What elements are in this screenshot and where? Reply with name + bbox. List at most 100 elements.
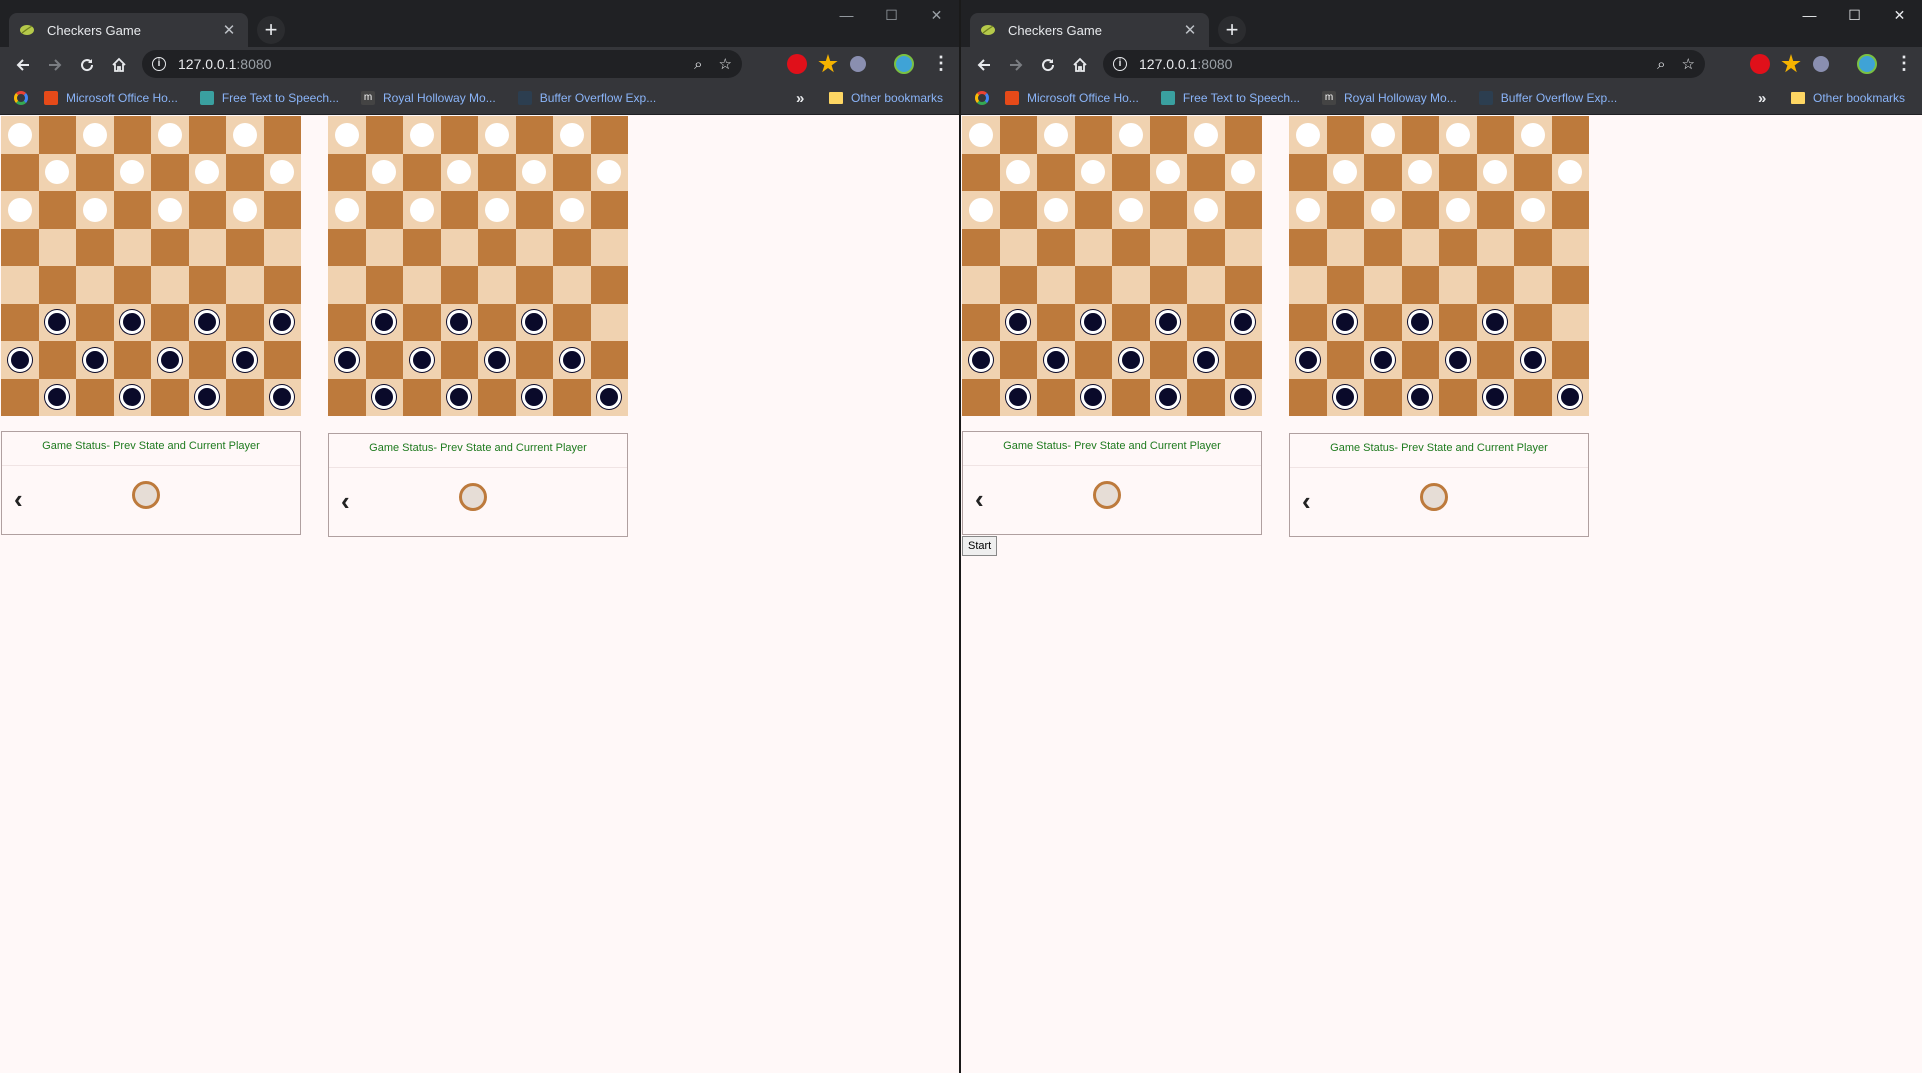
board-square[interactable] bbox=[328, 303, 366, 341]
board-square[interactable] bbox=[1037, 153, 1075, 191]
white-checker-piece[interactable] bbox=[1193, 122, 1218, 147]
white-checker-piece[interactable] bbox=[1520, 122, 1545, 147]
board-square[interactable] bbox=[1476, 228, 1514, 266]
board-square[interactable] bbox=[1224, 191, 1262, 229]
board-square[interactable] bbox=[999, 191, 1037, 229]
board-square[interactable] bbox=[1326, 228, 1364, 266]
white-checker-piece[interactable] bbox=[195, 160, 220, 185]
board-square[interactable] bbox=[1439, 153, 1477, 191]
board-square[interactable] bbox=[1, 228, 39, 266]
board-square[interactable] bbox=[1326, 266, 1364, 304]
board-square[interactable] bbox=[999, 153, 1037, 191]
board-square[interactable] bbox=[365, 116, 403, 154]
bookmark-office[interactable]: Microsoft Office Ho... bbox=[1005, 91, 1139, 105]
white-checker-piece[interactable] bbox=[334, 197, 359, 222]
board-square[interactable] bbox=[1401, 116, 1439, 154]
back-arrow-icon[interactable] bbox=[968, 49, 1000, 81]
board-square[interactable] bbox=[590, 303, 628, 341]
board-square[interactable] bbox=[263, 191, 301, 229]
board-square[interactable] bbox=[1037, 116, 1075, 154]
board-square[interactable] bbox=[515, 228, 553, 266]
black-checker-piece[interactable] bbox=[195, 310, 220, 335]
board-square[interactable] bbox=[1514, 228, 1552, 266]
black-checker-piece[interactable] bbox=[1483, 385, 1508, 410]
board-square[interactable] bbox=[440, 116, 478, 154]
white-checker-piece[interactable] bbox=[409, 197, 434, 222]
board-square[interactable] bbox=[76, 116, 114, 154]
board-square[interactable] bbox=[226, 191, 264, 229]
board-square[interactable] bbox=[440, 266, 478, 304]
board-square[interactable] bbox=[1514, 191, 1552, 229]
white-checker-piece[interactable] bbox=[1370, 122, 1395, 147]
address-bar[interactable]: i 127.0.0.1:8080 ⌕ ☆ bbox=[1103, 50, 1705, 78]
black-checker-piece[interactable] bbox=[1558, 385, 1583, 410]
board-square[interactable] bbox=[515, 191, 553, 229]
white-checker-piece[interactable] bbox=[1118, 122, 1143, 147]
board-square[interactable] bbox=[1326, 303, 1364, 341]
board-square[interactable] bbox=[478, 116, 516, 154]
white-checker-piece[interactable] bbox=[1445, 197, 1470, 222]
board-square[interactable] bbox=[1551, 228, 1589, 266]
board-square[interactable] bbox=[1074, 191, 1112, 229]
board-square[interactable] bbox=[962, 191, 1000, 229]
bookmark-royal-holloway[interactable]: m Royal Holloway Mo... bbox=[1322, 91, 1457, 105]
black-checker-piece[interactable] bbox=[270, 310, 295, 335]
black-checker-piece[interactable] bbox=[7, 347, 32, 372]
board-square[interactable] bbox=[1514, 153, 1552, 191]
board-square[interactable] bbox=[478, 303, 516, 341]
board-square[interactable] bbox=[590, 341, 628, 379]
board-square[interactable] bbox=[1326, 191, 1364, 229]
white-checker-piece[interactable] bbox=[1081, 160, 1106, 185]
board-square[interactable] bbox=[1149, 228, 1187, 266]
board-square[interactable] bbox=[515, 116, 553, 154]
board-square[interactable] bbox=[1289, 341, 1327, 379]
board-square[interactable] bbox=[1037, 378, 1075, 416]
more-icon[interactable]: ⋮ bbox=[1895, 53, 1913, 74]
board-square[interactable] bbox=[440, 153, 478, 191]
board-square[interactable] bbox=[1074, 153, 1112, 191]
black-checker-piece[interactable] bbox=[1156, 385, 1181, 410]
black-checker-piece[interactable] bbox=[447, 385, 472, 410]
board-square[interactable] bbox=[962, 153, 1000, 191]
white-checker-piece[interactable] bbox=[968, 197, 993, 222]
board-square[interactable] bbox=[553, 303, 591, 341]
board-square[interactable] bbox=[328, 341, 366, 379]
black-checker-piece[interactable] bbox=[597, 385, 622, 410]
black-checker-piece[interactable] bbox=[1408, 385, 1433, 410]
board-square[interactable] bbox=[1401, 153, 1439, 191]
white-checker-piece[interactable] bbox=[1445, 122, 1470, 147]
white-checker-piece[interactable] bbox=[82, 197, 107, 222]
chevron-left-icon[interactable]: ‹ bbox=[341, 486, 350, 517]
board-square[interactable] bbox=[440, 228, 478, 266]
white-checker-piece[interactable] bbox=[232, 122, 257, 147]
board-square[interactable] bbox=[151, 228, 189, 266]
board-square[interactable] bbox=[263, 341, 301, 379]
board-square[interactable] bbox=[1326, 378, 1364, 416]
board-square[interactable] bbox=[328, 266, 366, 304]
board-square[interactable] bbox=[999, 116, 1037, 154]
board-square[interactable] bbox=[1224, 116, 1262, 154]
extension-icon[interactable] bbox=[850, 56, 866, 72]
black-checker-piece[interactable] bbox=[1043, 347, 1068, 372]
black-checker-piece[interactable] bbox=[1081, 310, 1106, 335]
board-square[interactable] bbox=[1551, 153, 1589, 191]
board-square[interactable] bbox=[1112, 303, 1150, 341]
board-square[interactable] bbox=[1289, 153, 1327, 191]
board-square[interactable] bbox=[403, 228, 441, 266]
board-square[interactable] bbox=[365, 228, 403, 266]
board-square[interactable] bbox=[1187, 266, 1225, 304]
board-square[interactable] bbox=[1149, 266, 1187, 304]
board-square[interactable] bbox=[590, 228, 628, 266]
board-square[interactable] bbox=[515, 303, 553, 341]
board-square[interactable] bbox=[76, 153, 114, 191]
board-square[interactable] bbox=[1037, 266, 1075, 304]
board-square[interactable] bbox=[1224, 378, 1262, 416]
board-square[interactable] bbox=[1112, 153, 1150, 191]
board-square[interactable] bbox=[1401, 303, 1439, 341]
board-square[interactable] bbox=[1476, 116, 1514, 154]
board-square[interactable] bbox=[1401, 228, 1439, 266]
board-square[interactable] bbox=[1187, 341, 1225, 379]
board-square[interactable] bbox=[76, 191, 114, 229]
black-checker-piece[interactable] bbox=[1295, 347, 1320, 372]
board-square[interactable] bbox=[38, 153, 76, 191]
